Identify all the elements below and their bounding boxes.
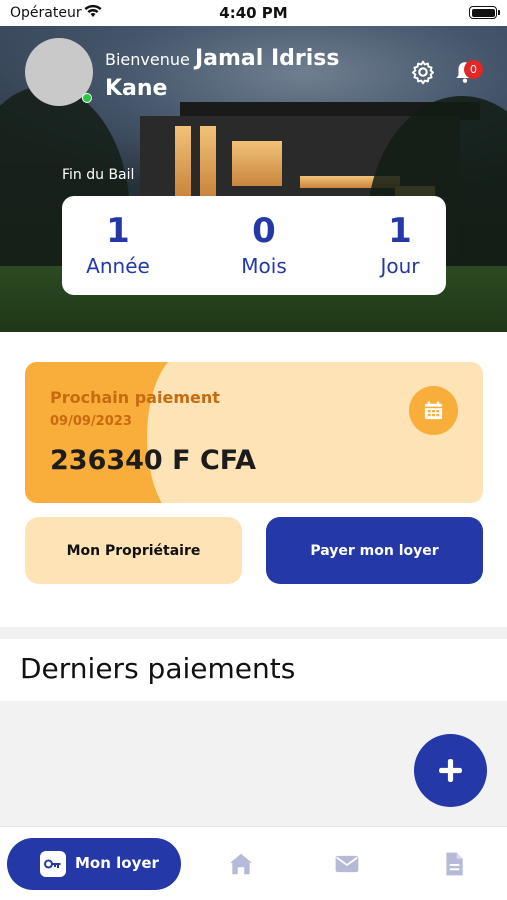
user-name-last: Kane xyxy=(105,76,168,101)
countdown-value: 1 xyxy=(106,211,130,251)
countdown-unit: Année xyxy=(86,254,150,278)
countdown-days: 1 Jour xyxy=(340,210,460,280)
welcome-text: Bienvenue xyxy=(105,50,190,69)
lease-countdown-card: 1 Année 0 Mois 1 Jour xyxy=(62,196,446,295)
status-time: 4:40 PM xyxy=(219,4,288,22)
countdown-unit: Mois xyxy=(241,254,287,278)
online-status-dot xyxy=(82,93,92,103)
next-payment-date: 09/09/2023 xyxy=(50,414,132,429)
add-button[interactable] xyxy=(414,734,487,807)
section-divider xyxy=(0,627,507,639)
greeting: Bienvenue Jamal Idriss Kane xyxy=(105,44,395,104)
user-name-first: Jamal Idriss xyxy=(194,46,340,71)
gear-icon[interactable] xyxy=(410,59,436,85)
nav-active-label: Mon loyer xyxy=(75,854,159,872)
countdown-months: 0 Mois xyxy=(204,210,324,280)
lease-end-label: Fin du Bail xyxy=(62,167,135,183)
countdown-years: 1 Année xyxy=(58,210,178,280)
next-payment-title: Prochain paiement xyxy=(50,388,220,407)
document-icon[interactable] xyxy=(441,851,467,877)
mail-icon[interactable] xyxy=(334,851,360,877)
home-icon[interactable] xyxy=(228,851,254,877)
next-payment-card[interactable]: Prochain paiement 09/09/2023 236340 F CF… xyxy=(25,362,483,503)
countdown-value: 1 xyxy=(388,211,412,251)
bottom-nav: Mon loyer xyxy=(0,826,507,900)
pay-rent-button[interactable]: Payer mon loyer xyxy=(266,517,483,584)
key-icon xyxy=(40,851,66,877)
nav-item-my-rent[interactable]: Mon loyer xyxy=(7,838,181,890)
next-payment-amount: 236340 F CFA xyxy=(50,445,257,476)
recent-payments-title: Derniers paiements xyxy=(20,652,296,685)
notification-count-badge: 0 xyxy=(464,60,483,79)
calendar-icon xyxy=(424,401,443,420)
countdown-value: 0 xyxy=(252,211,276,251)
countdown-unit: Jour xyxy=(380,254,420,278)
calendar-button[interactable] xyxy=(409,386,458,435)
plus-icon xyxy=(439,759,462,782)
status-bar: Opérateur 4:40 PM xyxy=(0,0,507,26)
my-owner-button[interactable]: Mon Propriétaire xyxy=(25,517,242,584)
battery-icon xyxy=(469,6,500,19)
